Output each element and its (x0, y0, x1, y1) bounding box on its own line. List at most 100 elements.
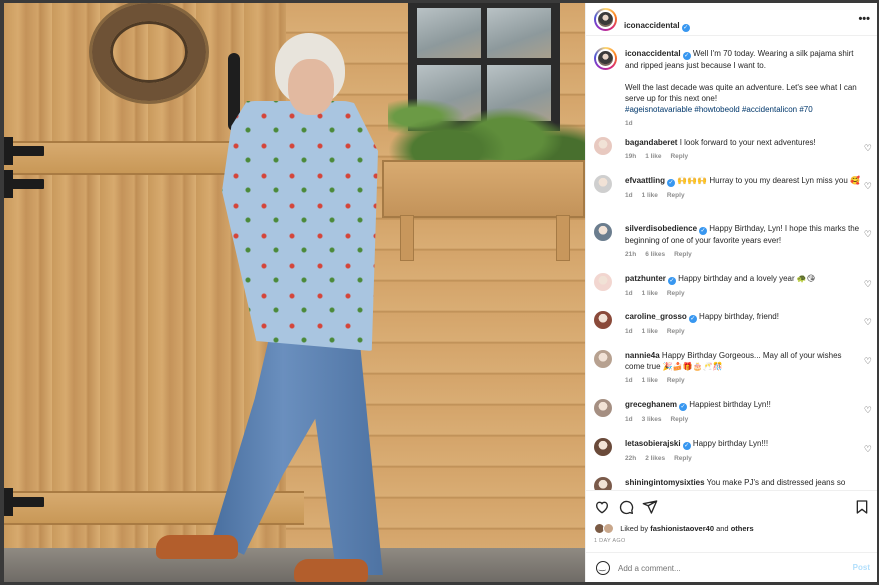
reply-button[interactable]: Reply (667, 377, 685, 384)
comment-input[interactable] (618, 559, 838, 577)
comment-username[interactable]: nannie4a (625, 351, 660, 360)
caption-avatar[interactable] (594, 47, 617, 70)
comment-body: greceghanem ✓ Happiest birthday Lyn!! 1d 3 … (625, 399, 861, 423)
planter-bracket (556, 215, 570, 261)
commenter-avatar[interactable] (594, 273, 612, 291)
caption-username[interactable]: iconaccidental (625, 49, 681, 58)
author-username[interactable]: iconaccidental (624, 21, 680, 30)
liked-and: and (716, 524, 729, 533)
verified-badge-icon: ✓ (688, 315, 697, 323)
comment-username[interactable]: silverdisobedience (625, 224, 697, 233)
comment-like-heart-icon[interactable]: ♡ (864, 405, 872, 416)
post-date: 1 DAY AGO (594, 538, 626, 544)
comment-age: 1d (625, 377, 633, 384)
reply-button[interactable]: Reply (674, 251, 692, 258)
comment-meta: 19h 1 like Reply (625, 153, 861, 160)
caption-hashtags[interactable]: #ageisnotavariable #howtobeold #accident… (625, 104, 865, 115)
comment-username[interactable]: caroline_grosso (625, 312, 687, 321)
comment-like-heart-icon[interactable]: ♡ (864, 229, 872, 240)
hinge-icon (4, 137, 44, 165)
comment-body: patzhunter ✓ Happy birthday and a lovely … (625, 273, 861, 297)
comment-meta: 1d 1 like Reply (625, 290, 861, 297)
reply-button[interactable]: Reply (667, 290, 685, 297)
commenter-avatar[interactable] (594, 137, 612, 155)
reply-button[interactable]: Reply (670, 416, 688, 423)
hinge-icon (4, 488, 44, 516)
liked-by: Liked by fashionistaover40 and others (594, 523, 754, 534)
emoji-icon[interactable] (596, 561, 610, 575)
comment-text: Happy birthday and a lovely year 🐢😘 (678, 274, 816, 283)
comment-text: Happy birthday, friend! (699, 312, 779, 321)
post-header: iconaccidental ✓ ••• (586, 3, 877, 36)
comment-likes[interactable]: 1 like (642, 377, 658, 384)
comment-username[interactable]: shiningintomysixties (625, 478, 705, 487)
comment-likes[interactable]: 3 likes (642, 416, 662, 423)
verified-badge-icon: ✓ (679, 403, 688, 411)
commenter-avatar[interactable] (594, 399, 612, 417)
author-avatar[interactable] (594, 8, 617, 31)
comment-username[interactable]: letasobierajski (625, 439, 681, 448)
verified-badge-icon: ✓ (699, 227, 708, 235)
comment-username[interactable]: patzhunter (625, 274, 666, 283)
comment-username[interactable]: bagandaberet (625, 138, 677, 147)
reply-button[interactable]: Reply (667, 328, 685, 335)
comment-likes[interactable]: 2 likes (645, 455, 665, 462)
comment-username[interactable]: greceghanem (625, 400, 677, 409)
commenter-avatar[interactable] (594, 350, 612, 368)
post-photo[interactable] (4, 3, 585, 582)
liker-avatar (603, 523, 615, 534)
post-button[interactable]: Post (853, 563, 870, 572)
more-horizontal-icon[interactable]: ••• (858, 13, 870, 25)
commenter-avatar[interactable] (594, 311, 612, 329)
post-side-panel: iconaccidental ✓ ••• iconaccidental ✓ Well… (585, 3, 877, 582)
comment-likes[interactable]: 1 like (642, 328, 658, 335)
send-icon[interactable] (642, 499, 658, 515)
comment-like-heart-icon[interactable]: ♡ (864, 444, 872, 455)
comment-meta: 1d 3 likes Reply (625, 416, 861, 423)
comment-likes[interactable]: 6 likes (645, 251, 665, 258)
comment-body: caroline_grosso ✓ Happy birthday, friend!… (625, 311, 861, 335)
comment-age: 1d (625, 328, 633, 335)
window-planter-box (382, 160, 585, 218)
comment-likes[interactable]: 1 like (642, 192, 658, 199)
commenter-avatar[interactable] (594, 223, 612, 241)
comment-like-heart-icon[interactable]: ♡ (864, 143, 872, 154)
verified-badge-icon: ✓ (682, 52, 691, 60)
heart-icon[interactable] (594, 499, 610, 515)
comment-age: 1d (625, 290, 633, 297)
comment-age: 22h (625, 455, 637, 462)
comment-like-heart-icon[interactable]: ♡ (864, 356, 872, 367)
comment-text: 🙌🙌🙌 Hurray to you my dearest Lyn miss yo… (677, 176, 860, 185)
comment-username[interactable]: efvaattling (625, 176, 665, 185)
comment-likes[interactable]: 1 like (645, 153, 661, 160)
liked-others[interactable]: others (731, 524, 754, 533)
comment-body: bagandaberet I look forward to your next… (625, 137, 861, 160)
comment-body: letasobierajski ✓ Happy birthday Lyn!!! 22… (625, 438, 861, 462)
comment-text: Happy birthday Lyn!!! (692, 439, 769, 448)
bookmark-icon[interactable] (854, 499, 870, 515)
comment-likes[interactable]: 1 like (642, 290, 658, 297)
comment-age: 1d (625, 192, 633, 199)
comment-like-heart-icon[interactable]: ♡ (864, 317, 872, 328)
comment-body: nannie4a Happy Birthday Gorgeous... May … (625, 350, 861, 384)
liked-user[interactable]: fashionistaover40 (650, 524, 714, 533)
comment-text: Happiest birthday Lyn!! (689, 400, 771, 409)
commenter-avatar[interactable] (594, 175, 612, 193)
comment-text: You make PJ's and distressed jeans so (706, 478, 846, 487)
commenter-avatar[interactable] (594, 477, 612, 490)
instagram-post-modal: iconaccidental ✓ ••• iconaccidental ✓ Well… (4, 3, 877, 582)
commenter-avatar[interactable] (594, 438, 612, 456)
comment-like-heart-icon[interactable]: ♡ (864, 279, 872, 290)
comment-age: 1d (625, 416, 633, 423)
verified-badge-icon: ✓ (667, 179, 676, 187)
comment-like-heart-icon[interactable]: ♡ (864, 181, 872, 192)
liked-prefix: Liked by (620, 524, 649, 533)
comment-age: 21h (625, 251, 637, 258)
comment-meta: 22h 2 likes Reply (625, 455, 861, 462)
comment-icon[interactable] (618, 499, 634, 515)
comments-list[interactable]: iconaccidental ✓ Well I'm 70 today. Weari… (586, 37, 877, 490)
reply-button[interactable]: Reply (670, 153, 688, 160)
reply-button[interactable]: Reply (667, 192, 685, 199)
hinge-icon (4, 170, 44, 198)
reply-button[interactable]: Reply (674, 455, 692, 462)
